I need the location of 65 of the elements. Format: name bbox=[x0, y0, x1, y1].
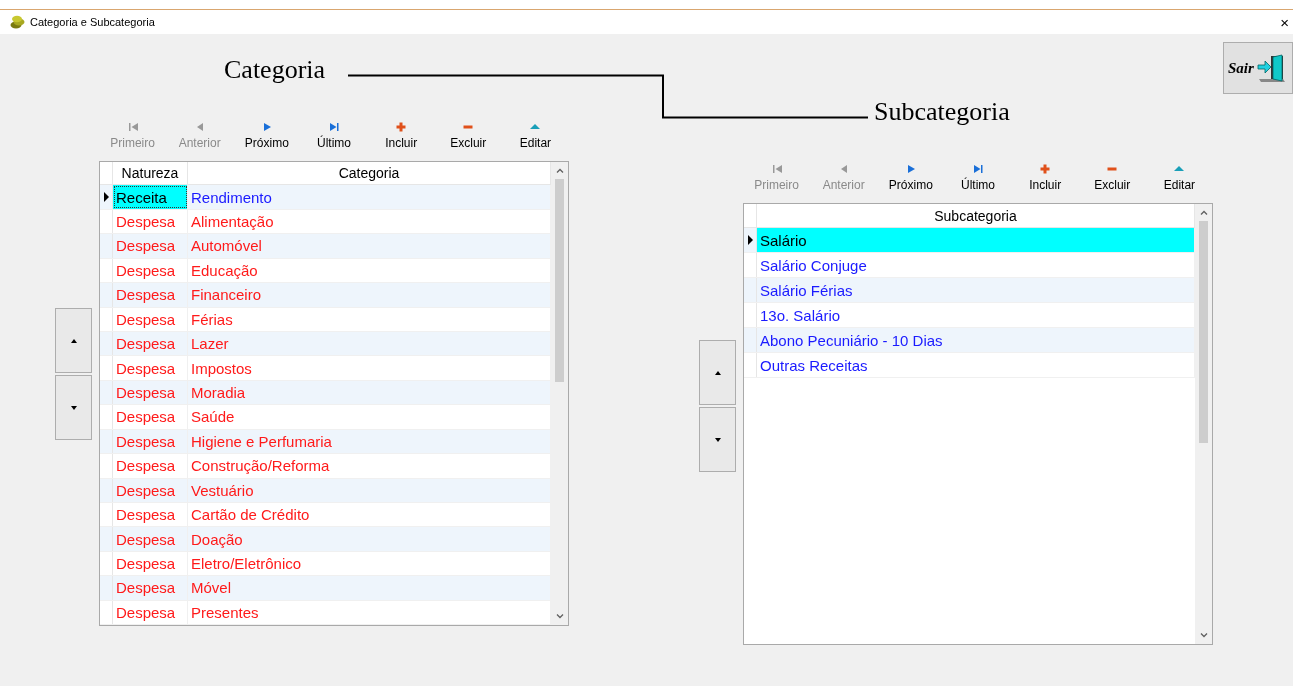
coins-icon bbox=[10, 15, 25, 29]
table-cell: Despesa bbox=[113, 600, 188, 625]
table-cell: Receita bbox=[113, 185, 188, 209]
table-cell: Salário bbox=[757, 228, 1195, 252]
triangle-up-icon bbox=[530, 122, 541, 132]
triangle-right-icon bbox=[905, 164, 916, 174]
category-heading: Categoria bbox=[224, 55, 326, 85]
add-button[interactable]: Incluir bbox=[367, 118, 435, 156]
table-cell: Despesa bbox=[113, 576, 188, 600]
table-cell: Despesa bbox=[113, 234, 188, 258]
plus-icon bbox=[396, 122, 407, 132]
edit-button[interactable]: Editar bbox=[501, 118, 569, 156]
next-button[interactable]: Próximo bbox=[877, 160, 945, 198]
table-cell: Despesa bbox=[113, 454, 188, 478]
caret-down-icon bbox=[70, 405, 77, 410]
scrollbar[interactable] bbox=[551, 162, 568, 625]
scrollbar-thumb[interactable] bbox=[555, 179, 564, 382]
table-cell: Despesa bbox=[113, 551, 188, 576]
table-cell: Despesa bbox=[113, 429, 188, 454]
exit-button[interactable]: Sair bbox=[1223, 42, 1293, 94]
triangle-up-icon bbox=[1174, 164, 1185, 174]
caret-up-icon bbox=[714, 370, 721, 375]
table-cell: Despesa bbox=[113, 356, 188, 380]
skip-last-icon bbox=[329, 122, 339, 132]
table-cell: Despesa bbox=[113, 331, 188, 356]
table-cell: Despesa bbox=[113, 283, 188, 307]
chevron-up-icon bbox=[1199, 210, 1208, 215]
caret-up-icon bbox=[70, 338, 77, 343]
skip-first-icon bbox=[127, 122, 138, 132]
scrollbar[interactable] bbox=[1195, 204, 1212, 644]
row-pointer-icon bbox=[103, 192, 109, 203]
move-down-button[interactable] bbox=[699, 407, 736, 472]
scrollbar-thumb[interactable] bbox=[1199, 221, 1208, 443]
move-up-button[interactable] bbox=[55, 308, 92, 373]
table-cell: Despesa bbox=[113, 405, 188, 429]
door-exit-icon bbox=[1256, 53, 1287, 83]
window-title: Categoria e Subcategoria bbox=[30, 16, 155, 28]
last-button[interactable]: Último bbox=[300, 118, 368, 156]
add-button[interactable]: Incluir bbox=[1011, 160, 1079, 198]
subcategory-heading: Subcategoria bbox=[874, 97, 1010, 127]
skip-last-icon bbox=[973, 164, 983, 174]
delete-button[interactable]: Excluir bbox=[1078, 160, 1146, 198]
table-cell: Despesa bbox=[113, 527, 188, 551]
last-button[interactable]: Último bbox=[944, 160, 1012, 198]
table-cell: Despesa bbox=[113, 380, 188, 405]
skip-first-icon bbox=[771, 164, 782, 174]
chevron-down-icon bbox=[1199, 633, 1208, 638]
move-up-button[interactable] bbox=[699, 340, 736, 405]
table-cell: Despesa bbox=[113, 307, 188, 331]
table-cell: Despesa bbox=[113, 209, 188, 234]
table-cell: Despesa bbox=[113, 502, 188, 527]
plus-icon bbox=[1040, 164, 1051, 174]
triangle-right-icon bbox=[261, 122, 272, 132]
edit-button[interactable]: Editar bbox=[1145, 160, 1213, 198]
delete-button[interactable]: Excluir bbox=[434, 118, 502, 156]
close-button[interactable]: × bbox=[1280, 13, 1293, 31]
chevron-down-icon bbox=[555, 614, 564, 619]
next-button[interactable]: Próximo bbox=[233, 118, 301, 156]
table-cell: Despesa bbox=[113, 258, 188, 283]
chevron-up-icon bbox=[555, 168, 564, 173]
column-header[interactable]: Natureza bbox=[113, 162, 188, 185]
table-cell: Despesa bbox=[113, 478, 188, 502]
move-down-button[interactable] bbox=[55, 375, 92, 440]
caret-down-icon bbox=[714, 437, 721, 442]
row-pointer-icon bbox=[747, 235, 753, 245]
